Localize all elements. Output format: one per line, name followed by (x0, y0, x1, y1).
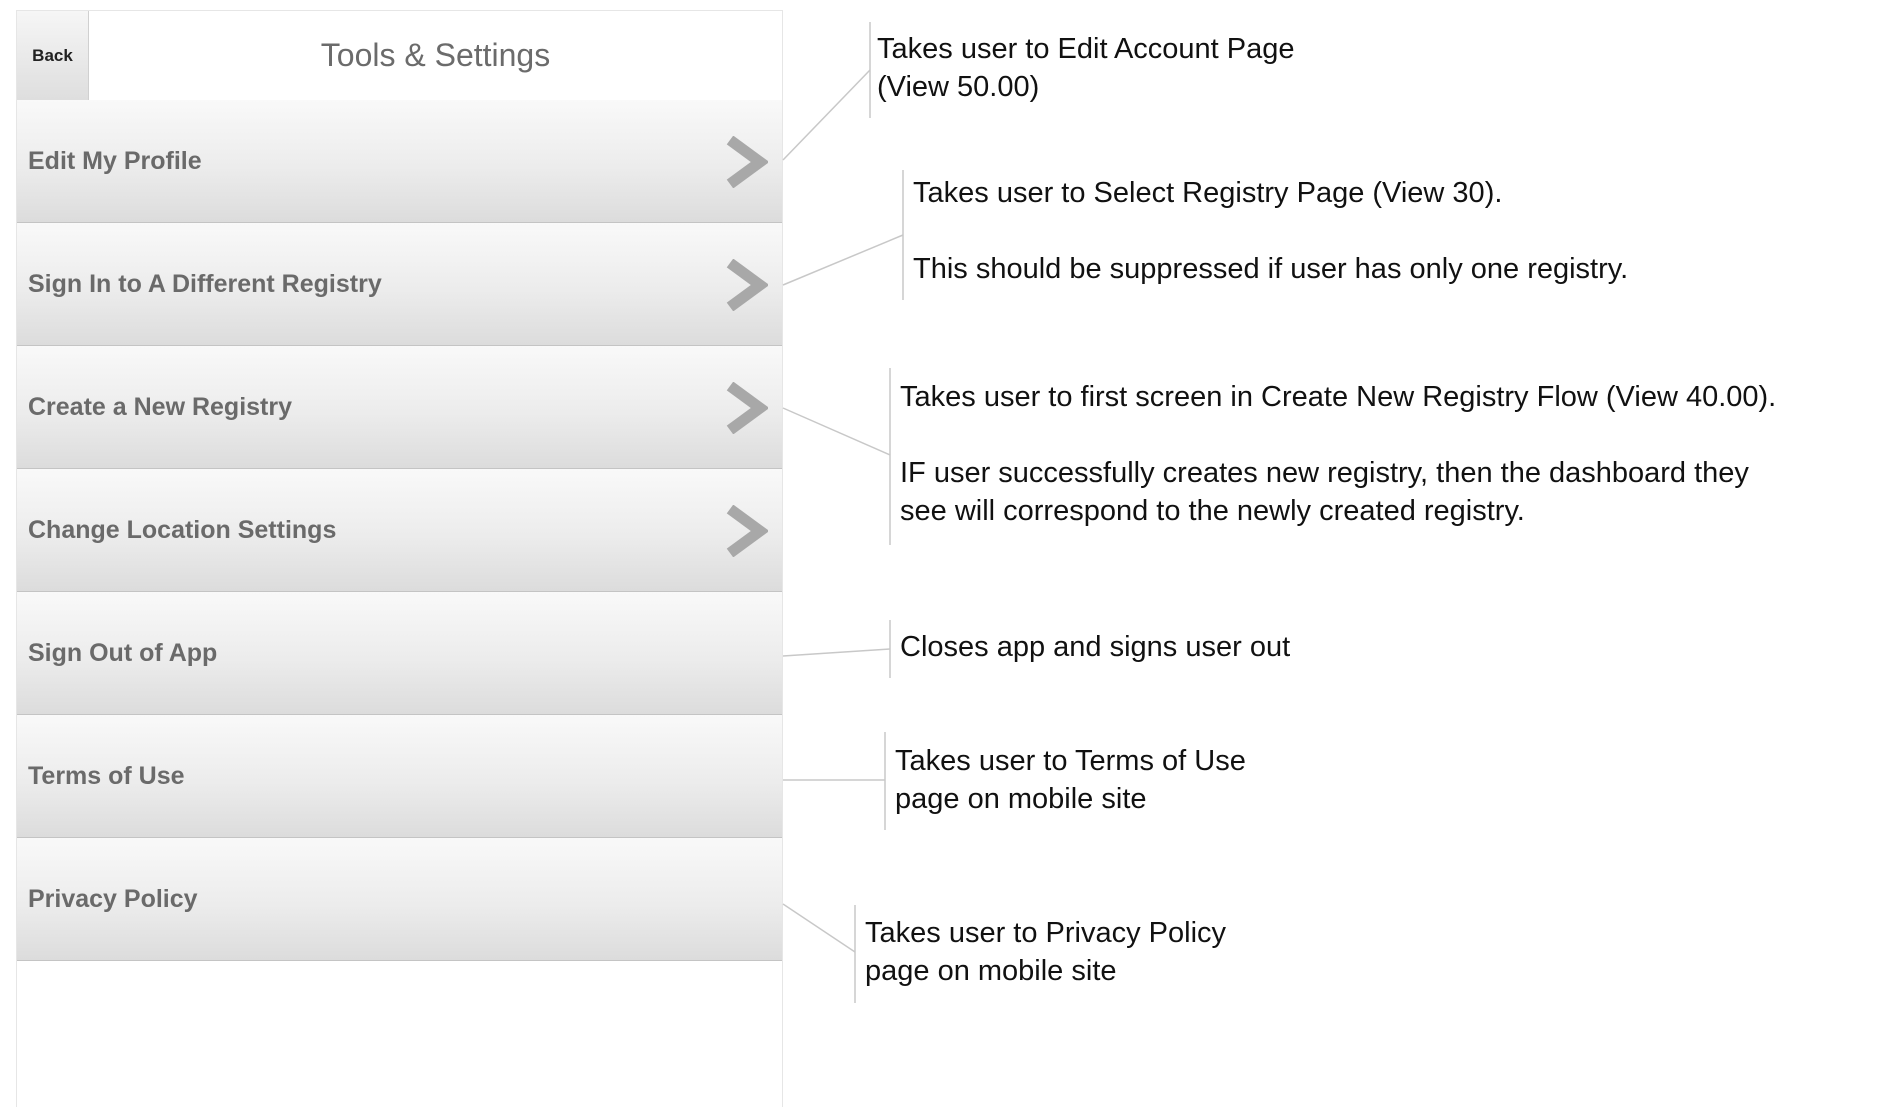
annotation-text: IF user successfully creates new registr… (900, 457, 1749, 489)
annotation-text: (View 50.00) (877, 71, 1040, 103)
annotation-text: Takes user to first screen in Create New… (900, 381, 1777, 413)
annotation-edit-profile: Takes user to Edit Account Page (View 50… (877, 30, 1295, 106)
menu-item-different-registry[interactable]: Sign In to A Different Registry (17, 223, 782, 346)
chevron-right-icon (726, 136, 768, 188)
annotation-text: Takes user to Select Registry Page (View… (913, 177, 1503, 209)
menu-item-location-settings[interactable]: Change Location Settings (17, 469, 782, 592)
menu-item-label: Edit My Profile (28, 147, 202, 175)
page-title: Tools & Settings (320, 37, 551, 73)
annotation-connector (782, 69, 871, 161)
menu-item-label: Terms of Use (28, 762, 185, 790)
annotation-connector (782, 648, 891, 657)
settings-menu: Edit My Profile Sign In to A Different R… (17, 100, 782, 961)
annotation-connector (782, 903, 856, 953)
annotation-text: page on mobile site (895, 783, 1147, 815)
annotation-different-registry: Takes user to Select Registry Page (View… (913, 174, 1628, 288)
header-bar: Back Tools & Settings (17, 11, 782, 101)
annotation-connector (782, 407, 891, 456)
annotation-privacy: Takes user to Privacy Policy page on mob… (865, 914, 1226, 990)
chevron-right-icon (726, 382, 768, 434)
phone-screen: Back Tools & Settings Edit My Profile Si… (16, 10, 783, 1107)
menu-item-edit-profile[interactable]: Edit My Profile (17, 100, 782, 223)
chevron-right-icon (726, 505, 768, 557)
annotation-terms: Takes user to Terms of Use page on mobil… (895, 742, 1246, 818)
annotation-new-registry: Takes user to first screen in Create New… (900, 378, 1776, 530)
annotation-text: Takes user to Edit Account Page (877, 33, 1295, 65)
menu-item-terms-of-use[interactable]: Terms of Use (17, 715, 782, 838)
back-button[interactable]: Back (17, 11, 89, 100)
menu-item-label: Privacy Policy (28, 885, 198, 913)
menu-item-sign-out[interactable]: Sign Out of App (17, 592, 782, 715)
menu-item-label: Change Location Settings (28, 516, 337, 544)
menu-item-label: Sign In to A Different Registry (28, 270, 382, 298)
menu-item-label: Create a New Registry (28, 393, 293, 421)
menu-item-privacy-policy[interactable]: Privacy Policy (17, 838, 782, 961)
annotation-sign-out: Closes app and signs user out (900, 628, 1290, 666)
chevron-right-icon (726, 259, 768, 311)
annotation-text: This should be suppressed if user has on… (913, 253, 1629, 285)
annotation-connector (782, 234, 904, 286)
menu-item-label: Sign Out of App (28, 639, 218, 667)
annotation-text: Takes user to Privacy Policy (865, 917, 1227, 949)
annotation-text: Closes app and signs user out (900, 631, 1291, 663)
annotation-text: page on mobile site (865, 955, 1117, 987)
annotation-text: see will correspond to the newly created… (900, 495, 1525, 527)
menu-item-new-registry[interactable]: Create a New Registry (17, 346, 782, 469)
annotation-text: Takes user to Terms of Use (895, 745, 1246, 777)
